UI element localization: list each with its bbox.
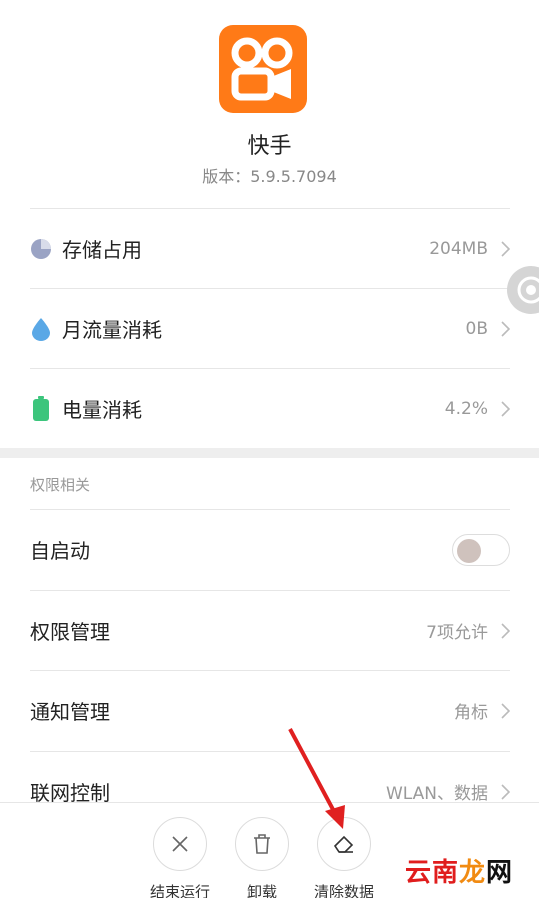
notification-management-value: 角标: [454, 703, 488, 723]
close-icon: [172, 836, 188, 852]
watermark-part2: 龙: [459, 858, 487, 888]
uninstall-label: 卸载: [246, 883, 277, 898]
watermark-part1: 云南: [405, 858, 460, 888]
annotation-arrow: [288, 728, 345, 829]
data-usage-label: 月流量消耗: [62, 318, 162, 342]
watermark-part3: 网: [486, 858, 514, 888]
app-name: 快手: [247, 134, 292, 159]
autostart-label: 自启动: [30, 539, 90, 563]
water-drop-icon: [30, 317, 52, 341]
permission-management-row[interactable]: 权限管理 7项允许: [30, 590, 510, 670]
site-watermark: 云南龙网: [405, 852, 513, 889]
storage-pie-icon: [30, 237, 52, 261]
notification-management-label: 通知管理: [30, 700, 110, 724]
eraser-icon: [333, 835, 354, 853]
app-info-screen: { "app": { "name": "快手", "version": "版本：…: [0, 0, 539, 898]
force-stop-label: 结束运行: [149, 883, 210, 898]
app-version: 版本：5.9.5.7094: [202, 167, 337, 186]
notification-management-row[interactable]: 通知管理 角标: [30, 670, 510, 750]
clear-data-label: 清除数据: [313, 883, 374, 898]
autostart-toggle[interactable]: [452, 533, 510, 566]
trash-icon: [254, 834, 270, 854]
chevron-right-icon: [501, 783, 510, 800]
chevron-right-icon: [501, 240, 510, 257]
force-stop-button[interactable]: 结束运行: [140, 817, 220, 898]
chevron-right-icon: [501, 400, 510, 417]
kuaishou-logo-icon: [231, 37, 293, 101]
data-usage-value: 0B: [465, 318, 488, 339]
force-stop-circle[interactable]: [153, 817, 207, 871]
chevron-right-icon: [501, 320, 510, 337]
permission-management-label: 权限管理: [30, 620, 110, 644]
app-icon: [219, 25, 307, 113]
network-control-value: WLAN、数据: [385, 784, 488, 804]
chevron-right-icon: [501, 622, 510, 639]
floating-assist-button[interactable]: [507, 266, 539, 314]
storage-value: 204MB: [429, 238, 488, 259]
storage-row[interactable]: 存储占用 204MB: [30, 208, 510, 288]
storage-label: 存储占用: [62, 238, 142, 262]
permissions-section-title: 权限相关: [30, 476, 91, 494]
uninstall-circle[interactable]: [235, 817, 289, 871]
chevron-right-icon: [501, 702, 510, 719]
section-divider: [0, 448, 539, 458]
autostart-row: 自启动: [30, 509, 510, 589]
permission-management-value: 7项允许: [426, 623, 488, 643]
battery-usage-value: 4.2%: [444, 398, 488, 419]
toggle-knob: [457, 538, 481, 563]
aperture-icon: [517, 276, 539, 304]
battery-icon: [30, 395, 52, 421]
battery-usage-row[interactable]: 电量消耗 4.2%: [30, 368, 510, 448]
data-usage-row[interactable]: 月流量消耗 0B: [30, 288, 510, 368]
battery-usage-label: 电量消耗: [62, 398, 142, 422]
